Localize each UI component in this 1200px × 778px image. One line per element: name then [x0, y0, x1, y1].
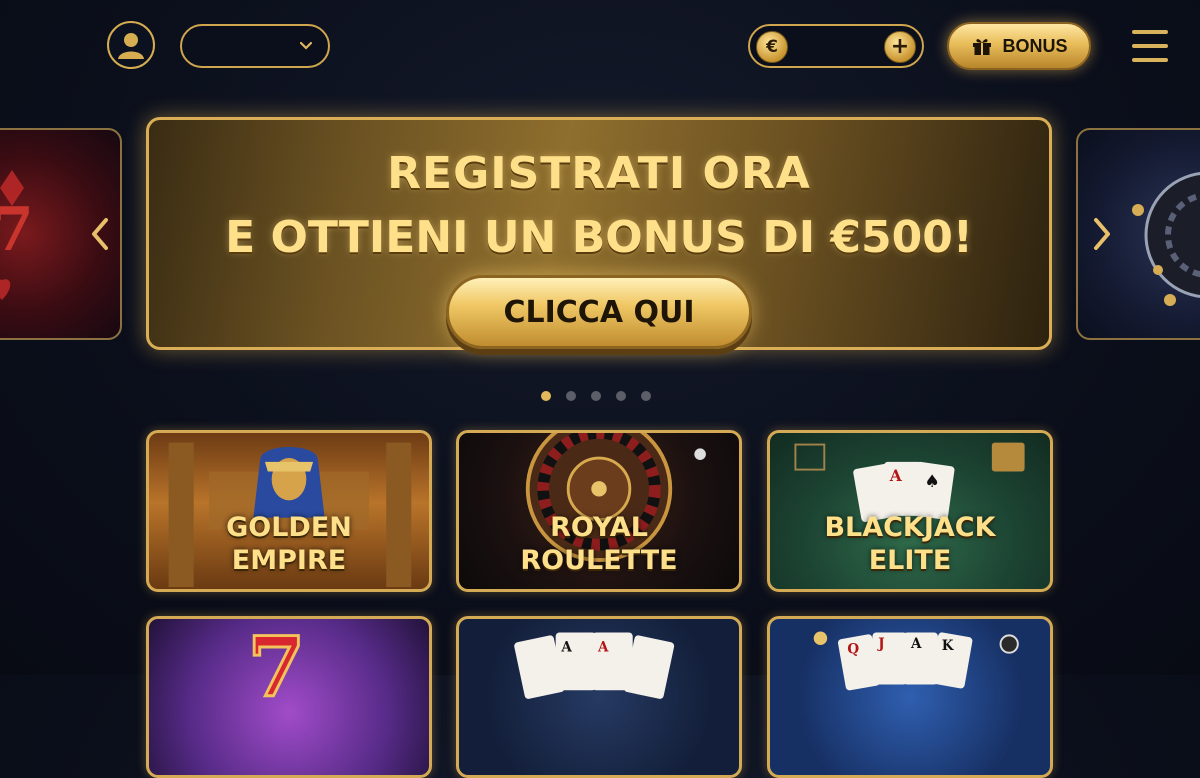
game-title: BLACKJACK ELITE [824, 512, 996, 576]
game-tile-golden-empire[interactable]: GOLDEN EMPIRE [146, 430, 432, 592]
carousel-dot-2[interactable] [566, 391, 576, 401]
euro-coin-icon: € [756, 31, 788, 63]
carousel-dot-4[interactable] [616, 391, 626, 401]
user-avatar-button[interactable] [107, 21, 155, 69]
game-tile-blackjack-elite[interactable]: A ♠ BLACKJACK ELITE [767, 430, 1053, 592]
carousel-dot-5[interactable] [641, 391, 651, 401]
svg-text:K: K [942, 638, 955, 654]
game-tile-cards[interactable]: Q J A K [767, 616, 1053, 778]
svg-text:A: A [910, 636, 922, 652]
poker-cards-art: A A [514, 632, 675, 699]
banner-headline-line1: REGISTRATI ORA [387, 148, 811, 199]
banner-cta-button[interactable]: CLICCA QUI [446, 275, 752, 349]
user-icon [118, 33, 144, 59]
carousel-dot-3[interactable] [591, 391, 601, 401]
svg-text:Q: Q [847, 642, 859, 658]
svg-text:7: 7 [0, 195, 34, 265]
hamburger-menu-icon[interactable] [1132, 30, 1168, 62]
gift-icon [973, 39, 992, 55]
game-tile-poker[interactable]: A A [456, 616, 742, 778]
svg-text:A: A [889, 467, 903, 485]
svg-text:A: A [597, 640, 609, 656]
svg-text:7: 7 [248, 619, 306, 716]
banner-headline-line2: E OTTIENI UN BONUS DI €500! [225, 212, 973, 263]
game-title: ROYAL ROULETTE [520, 512, 678, 576]
wallet-balance: € + [748, 24, 924, 68]
add-funds-button[interactable]: + [884, 31, 916, 63]
svg-text:♠: ♠ [924, 472, 940, 492]
game-tile-royal-roulette[interactable]: ROYAL ROULETTE [456, 430, 742, 592]
svg-text:A: A [560, 640, 572, 656]
bonus-button[interactable]: BONUS [947, 22, 1091, 70]
game-tile-slots[interactable]: 7 [146, 616, 432, 778]
carousel-pagination [541, 391, 651, 401]
lucky-seven-art: 7 [246, 619, 307, 717]
royal-flush-art: Q J A K [813, 631, 1019, 691]
bonus-button-label: BONUS [1002, 35, 1068, 56]
account-dropdown[interactable] [180, 24, 330, 68]
game-title: GOLDEN EMPIRE [226, 512, 352, 576]
carousel-dot-1[interactable] [541, 391, 551, 401]
carousel-prev-arrow-icon[interactable] [86, 214, 116, 254]
carousel-next-arrow-icon[interactable] [1086, 214, 1116, 254]
chevron-down-icon [299, 41, 313, 50]
svg-text:J: J [877, 636, 884, 652]
